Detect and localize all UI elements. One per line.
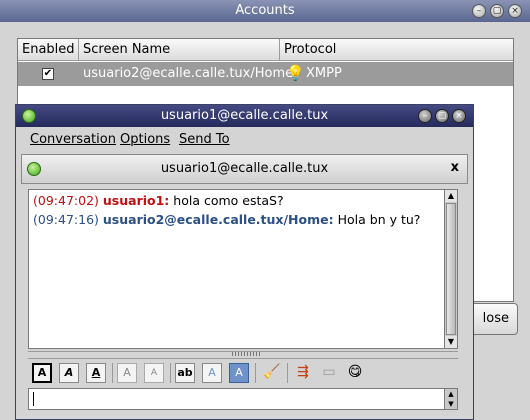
menu-options[interactable]: Options bbox=[120, 129, 170, 151]
font-face-button[interactable]: ab bbox=[175, 363, 195, 383]
menu-send-to[interactable]: Send To bbox=[179, 129, 230, 151]
accounts-title: Accounts bbox=[235, 3, 295, 18]
close-icon[interactable]: × bbox=[508, 4, 522, 18]
maximize-icon[interactable]: ▢ bbox=[490, 4, 504, 18]
accounts-titlebar: Accounts – ▢ × bbox=[0, 0, 530, 22]
column-header-enabled[interactable]: Enabled bbox=[18, 39, 79, 61]
conversation-history[interactable]: (09:47:02) usuario1: hola como estaS? (0… bbox=[28, 189, 458, 349]
scroll-thumb[interactable] bbox=[446, 203, 456, 335]
italic-button[interactable]: A bbox=[59, 363, 79, 383]
menu-conversation[interactable]: Conversation bbox=[30, 129, 116, 151]
close-button-label: lose bbox=[482, 311, 509, 326]
text-caret bbox=[33, 392, 34, 406]
message-time: (09:47:16) bbox=[33, 212, 99, 227]
close-icon[interactable]: × bbox=[452, 109, 466, 123]
message-input[interactable] bbox=[28, 388, 458, 410]
scroll-down-icon[interactable]: ▼ bbox=[445, 399, 457, 409]
minimize-icon[interactable]: – bbox=[472, 4, 486, 18]
smaller-font-button[interactable]: A bbox=[144, 363, 164, 383]
foreground-color-button[interactable]: A bbox=[202, 363, 222, 383]
scroll-up-icon[interactable]: ▲ bbox=[445, 389, 457, 399]
maximize-icon[interactable]: ▢ bbox=[435, 109, 449, 123]
bold-button[interactable]: A bbox=[32, 363, 52, 383]
background-color-button[interactable]: A bbox=[229, 363, 249, 383]
protocol-cell: XMPP bbox=[306, 66, 342, 81]
pane-resize-handle[interactable] bbox=[28, 351, 458, 359]
message-line: (09:47:16) usuario2@ecalle.calle.tux/Hom… bbox=[33, 212, 420, 227]
clear-formatting-icon[interactable]: 🧹 bbox=[262, 363, 282, 383]
input-scrollbar[interactable]: ▲ ▼ bbox=[444, 388, 458, 410]
toolbar-separator bbox=[112, 363, 113, 383]
minimize-icon[interactable]: – bbox=[418, 109, 432, 123]
grip-icon bbox=[232, 352, 262, 356]
screen-name-cell: usuario2@ecalle.calle.tux/Home bbox=[83, 66, 294, 81]
chat-title: usuario1@ecalle.calle.tux bbox=[160, 108, 329, 123]
message-text: Hola bn y tu? bbox=[337, 212, 421, 227]
message-sender: usuario1: bbox=[102, 193, 170, 208]
online-status-icon bbox=[22, 109, 36, 123]
toolbar-separator bbox=[287, 363, 288, 383]
table-row[interactable]: ✔ usuario2@ecalle.calle.tux/Home 💡 XMPP bbox=[18, 62, 513, 86]
larger-font-button[interactable]: A bbox=[117, 363, 137, 383]
message-time: (09:47:02) bbox=[33, 193, 99, 208]
chat-titlebar: usuario1@ecalle.calle.tux – ▢ × bbox=[16, 105, 473, 127]
insert-link-icon[interactable]: ⇶ bbox=[293, 363, 313, 383]
tab-close-button[interactable]: x bbox=[451, 160, 459, 175]
smiley-icon[interactable]: 😋 bbox=[345, 363, 365, 383]
lightbulb-icon: 💡 bbox=[286, 64, 305, 82]
message-sender: usuario2@ecalle.calle.tux/Home: bbox=[102, 212, 334, 227]
conversation-tab[interactable]: usuario1@ecalle.calle.tux x bbox=[21, 154, 468, 184]
scroll-up-icon[interactable]: ▲ bbox=[445, 190, 457, 202]
tab-label: usuario1@ecalle.calle.tux bbox=[160, 161, 329, 176]
toolbar-separator bbox=[255, 363, 256, 383]
chat-window: usuario1@ecalle.calle.tux – ▢ × Conversa… bbox=[15, 104, 474, 420]
conversation-scrollbar[interactable]: ▲ ▼ bbox=[444, 189, 458, 349]
scroll-down-icon[interactable]: ▼ bbox=[445, 336, 457, 348]
menu-bar: Conversation Options Send To bbox=[16, 129, 473, 151]
insert-image-icon[interactable]: ▭ bbox=[319, 363, 339, 383]
column-header-screen-name[interactable]: Screen Name bbox=[79, 39, 280, 61]
column-header-protocol[interactable]: Protocol bbox=[280, 39, 513, 61]
enabled-checkbox[interactable]: ✔ bbox=[42, 68, 54, 80]
toolbar-separator bbox=[170, 363, 171, 383]
underline-button[interactable]: A bbox=[86, 363, 106, 383]
message-line: (09:47:02) usuario1: hola como estaS? bbox=[33, 193, 284, 208]
formatting-toolbar: A A A A A ab A A 🧹 ⇶ ▭ 😋 bbox=[28, 359, 458, 387]
message-text: hola como estaS? bbox=[173, 193, 284, 208]
